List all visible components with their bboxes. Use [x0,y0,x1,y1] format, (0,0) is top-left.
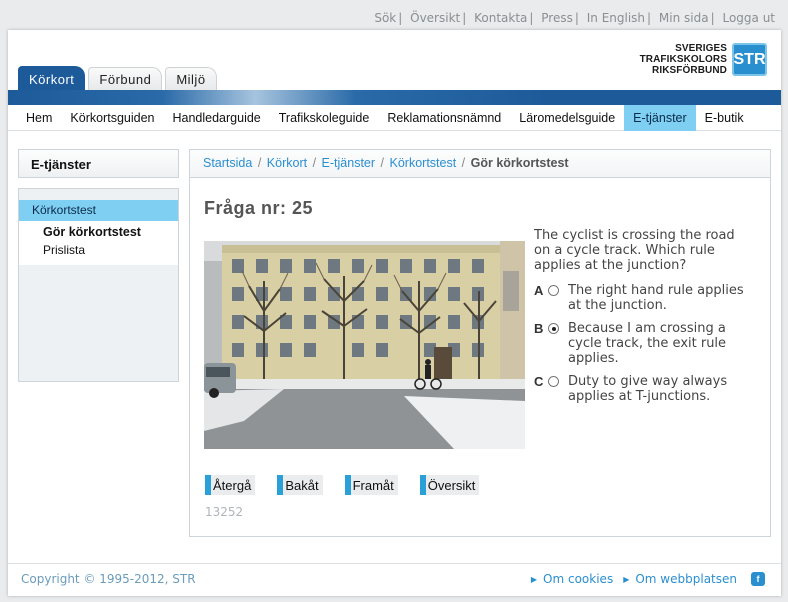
header-bar [8,90,781,105]
tab-forbund[interactable]: Förbund [88,67,163,91]
sidebar-item-korkortstest[interactable]: Körkortstest [19,200,178,221]
previous-button[interactable]: Bakåt [277,475,323,495]
tab-miljo[interactable]: Miljö [165,67,217,91]
facebook-icon[interactable]: f [751,572,765,586]
breadcrumb: Startsida / Körkort / E-tjänster / Körko… [190,150,770,178]
nav-e-butik[interactable]: E-butik [696,105,753,131]
breadcrumb-separator: / [257,156,262,170]
breadcrumb-link[interactable]: E-tjänster [322,156,376,170]
logo-line: TRAFIKSKOLORS [639,54,727,65]
toplink-search[interactable]: Sök [374,11,396,25]
nav-hem[interactable]: Hem [17,105,61,131]
toplink-separator: | [462,11,467,25]
toplink-separator: | [398,11,403,25]
sidebar-menu: Körkortstest Gör körkortstest Prislista [18,188,179,382]
tab-korkort[interactable]: Körkort [18,66,86,91]
toplink-contact[interactable]: Kontakta [474,11,527,25]
answer-radio-b[interactable] [548,323,559,334]
question-photo [204,241,525,449]
footer-link-cookies[interactable]: ▶ Om cookies [531,572,613,586]
answer-text: Duty to give way always applies at T-jun… [568,374,728,404]
sidebar-title: E-tjänster [18,149,179,178]
question-text: The cyclist is crossing the road on a cy… [534,228,735,273]
main-nav: Hem Körkortsguiden Handledarguide Trafik… [8,105,781,131]
answer-letter: C [534,374,544,389]
nav-reklamationsnamnd[interactable]: Reklamationsnämnd [378,105,510,131]
breadcrumb-link[interactable]: Körkort [267,156,307,170]
arrow-right-icon: ▶ [530,574,538,584]
answer-radio-a[interactable] [548,285,559,296]
street-scene-image [204,241,525,449]
str-logo[interactable]: SVERIGES TRAFIKSKOLORS RIKSFÖRBUND STR [640,43,767,76]
quiz-buttons: Återgå Bakåt Framåt Översikt [205,475,501,495]
logo-line: RIKSFÖRBUND [652,65,727,76]
breadcrumb-separator: / [312,156,317,170]
sidebar-submenu: Gör körkortstest Prislista [19,221,178,265]
answer-text: Because I am crossing a cycle track, the… [568,321,727,366]
answer-text: The right hand rule applies at the junct… [568,283,744,313]
toplink-separator: | [574,11,579,25]
toplink-overview[interactable]: Översikt [410,11,460,25]
question-code: 13252 [205,505,244,519]
logo-text: SVERIGES TRAFIKSKOLORS RIKSFÖRBUND [640,43,727,76]
nav-korkortsguiden[interactable]: Körkortsguiden [61,105,163,131]
footer: Copyright © 1995-2012, STR ▶ Om cookies … [8,563,781,596]
logo-line: SVERIGES [675,43,727,54]
toplink-english[interactable]: In English [587,11,645,25]
next-button[interactable]: Framåt [344,475,398,495]
nav-trafikskoleguide[interactable]: Trafikskoleguide [270,105,379,131]
footer-links: ▶ Om cookies ▶ Om webbplatsen [521,572,737,586]
toplink-separator: | [647,11,652,25]
answer-letter: B [534,321,544,336]
sidebar-item-gor-korkortstest[interactable]: Gör körkortstest [43,223,178,241]
answer-radio-c[interactable] [548,376,559,387]
toplink-separator: | [710,11,715,25]
copyright: Copyright © 1995-2012, STR [21,572,196,586]
toplink-separator: | [529,11,534,25]
question-title: Fråga nr: 25 [204,198,314,218]
nav-laromedelsguide[interactable]: Läromedelsguide [510,105,624,131]
page-frame: SVERIGES TRAFIKSKOLORS RIKSFÖRBUND STR K… [8,30,781,596]
toplink-press[interactable]: Press [541,11,573,25]
answer-option-a[interactable]: A The right hand rule applies at the jun… [534,283,759,313]
toplink-my-page[interactable]: Min sida [659,11,709,25]
back-to-start-button[interactable]: Återgå [205,475,256,495]
answer-letter: A [534,283,544,298]
breadcrumb-separator: / [461,156,466,170]
toplink-logout[interactable]: Logga ut [722,11,775,25]
breadcrumb-link[interactable]: Startsida [203,156,252,170]
footer-link-about[interactable]: ▶ Om webbplatsen [623,572,737,586]
logo-badge: STR [732,43,767,76]
overview-button[interactable]: Översikt [419,475,480,495]
breadcrumb-separator: / [380,156,385,170]
nav-handledarguide[interactable]: Handledarguide [163,105,269,131]
footer-link-label: Om cookies [543,572,614,586]
section-tabs: Körkort Förbund Miljö [18,66,220,91]
answer-option-b[interactable]: B Because I am crossing a cycle track, t… [534,321,759,366]
nav-e-tjanster[interactable]: E-tjänster [624,105,696,131]
top-links: Sök | Översikt | Kontakta | Press | In Engli… [374,11,775,25]
main-content: Startsida / Körkort / E-tjänster / Körko… [189,149,771,537]
breadcrumb-link[interactable]: Körkortstest [390,156,457,170]
sidebar-item-prislista[interactable]: Prislista [43,241,178,259]
footer-link-label: Om webbplatsen [635,572,737,586]
arrow-right-icon: ▶ [623,574,630,584]
breadcrumb-current: Gör körkortstest [470,156,569,170]
answer-option-c[interactable]: C Duty to give way always applies at T-j… [534,374,759,404]
